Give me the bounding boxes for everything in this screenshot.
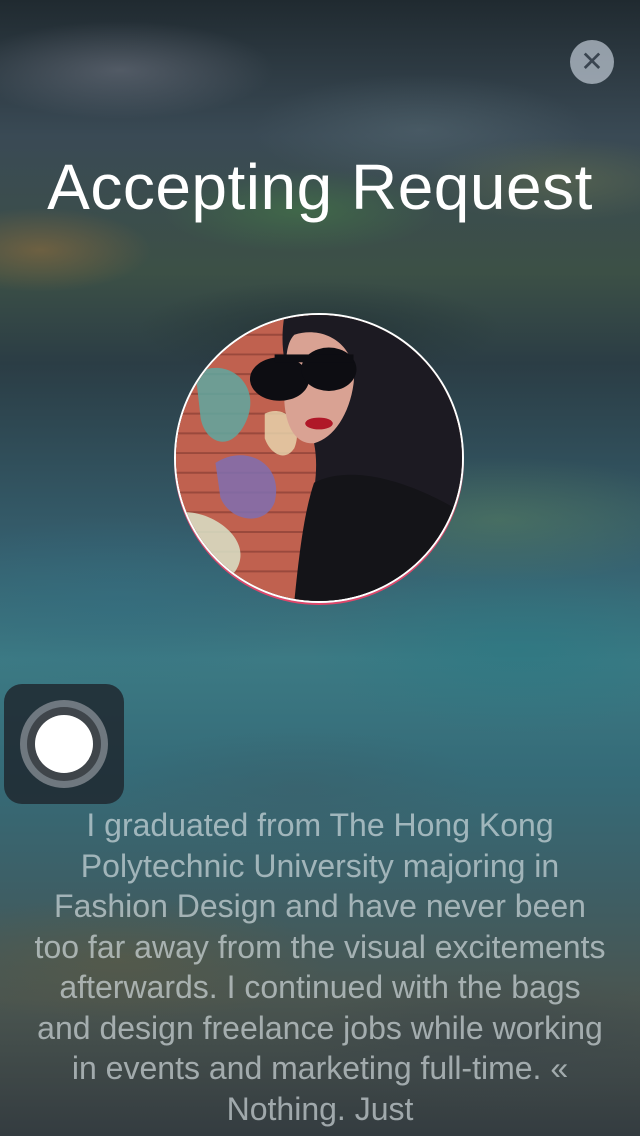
avatar-photo <box>176 315 462 601</box>
assistive-touch-button[interactable] <box>4 684 124 804</box>
screen: ✕ Accepting Request I graduated from The… <box>0 0 640 1136</box>
assistive-touch-icon <box>20 700 108 788</box>
avatar <box>174 313 464 603</box>
page-title: Accepting Request <box>47 151 593 223</box>
close-button[interactable]: ✕ <box>570 40 614 84</box>
bio-text: I graduated from The Hong Kong Polytechn… <box>34 807 606 1127</box>
close-icon: ✕ <box>580 46 604 77</box>
